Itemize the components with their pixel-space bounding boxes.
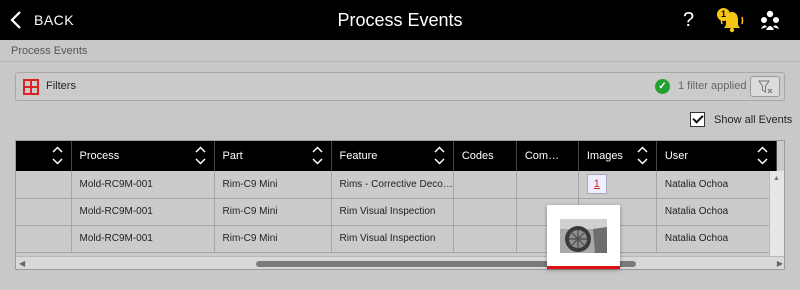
column-header-feature[interactable]: Feature: [331, 141, 454, 171]
table-cell: Rim-C9 Mini: [214, 225, 332, 253]
sort-arrows-icon[interactable]: [311, 145, 323, 167]
table-row[interactable]: Mold-RC9M-001 Rim-C9 Mini Rim Visual Ins…: [16, 198, 777, 226]
table-cell: Rim-C9 Mini: [214, 171, 332, 199]
table-cell: [16, 171, 72, 199]
check-circle-icon: ✓: [655, 79, 670, 94]
sort-arrows-icon[interactable]: [637, 145, 648, 167]
scroll-right-icon[interactable]: ▶: [777, 259, 783, 268]
filters-applied-text: 1 filter applied: [678, 80, 747, 92]
table-cell: [453, 198, 517, 226]
table-cell: [453, 225, 517, 253]
table-cell: Natalia Ochoa: [656, 225, 777, 253]
table-cell: Mold-RC9M-001: [71, 225, 215, 253]
column-header-part[interactable]: Part: [214, 141, 332, 171]
table-cell: [453, 171, 517, 199]
table-cell: Mold-RC9M-001: [71, 198, 215, 226]
table-cell: Rim Visual Inspection: [331, 225, 454, 253]
table-cell: Rim-C9 Mini: [214, 198, 332, 226]
top-bar: BACK Process Events ? 1: [0, 0, 800, 40]
events-table: Process Part Feature Codes Com… Images U…: [15, 140, 785, 270]
breadcrumb: Process Events: [0, 40, 800, 62]
column-header-images[interactable]: Images: [578, 141, 657, 171]
column-header-process[interactable]: Process: [71, 141, 215, 171]
table-row[interactable]: Mold-RC9M-001 Rim-C9 Mini Rim Visual Ins…: [16, 225, 777, 253]
filters-bar: Filters ✓ 1 filter applied: [15, 72, 785, 101]
table-row[interactable]: Mold-RC9M-001 Rim-C9 Mini Rims - Correct…: [16, 171, 777, 199]
column-header-comments[interactable]: Com…: [516, 141, 579, 171]
notifications-button[interactable]: 1: [717, 8, 745, 34]
column-header-select[interactable]: [16, 141, 72, 171]
table-cell: [16, 225, 72, 253]
users-button[interactable]: [759, 9, 781, 31]
table-cell: [16, 198, 72, 226]
clear-filter-button[interactable]: [750, 76, 780, 97]
table-cell: Natalia Ochoa: [656, 198, 777, 226]
vertical-scrollbar[interactable]: ▲: [769, 171, 784, 256]
users-icon: [761, 10, 779, 30]
page-title: Process Events: [337, 10, 463, 30]
images-count-link[interactable]: 1: [586, 174, 607, 195]
back-label: BACK: [34, 12, 75, 28]
image-preview-popup: [547, 205, 620, 269]
table-cell: Rim Visual Inspection: [331, 198, 454, 226]
checkbox-icon[interactable]: [690, 112, 705, 127]
sort-arrows-icon[interactable]: [434, 145, 445, 167]
back-button[interactable]: BACK: [10, 0, 74, 40]
notification-badge: 1: [717, 8, 730, 21]
image-thumbnail[interactable]: [560, 219, 607, 253]
filters-toggle[interactable]: Filters: [46, 73, 76, 100]
show-all-events-toggle[interactable]: Show all Events: [690, 112, 792, 127]
scroll-up-icon[interactable]: ▲: [773, 175, 780, 182]
scroll-left-icon[interactable]: ◀: [19, 259, 25, 268]
table-cell: [516, 171, 579, 199]
horizontal-scrollbar[interactable]: ◀ ▶: [16, 256, 784, 269]
table-header-row: Process Part Feature Codes Com… Images U…: [16, 141, 777, 171]
column-header-user[interactable]: User: [656, 141, 777, 171]
sort-arrows-icon[interactable]: [194, 145, 206, 167]
back-chevron-icon: [10, 11, 21, 29]
table-cell: Natalia Ochoa: [656, 171, 777, 199]
table-cell: Mold-RC9M-001: [71, 171, 215, 199]
filter-plus-icon[interactable]: [23, 79, 39, 95]
sort-arrows-icon[interactable]: [757, 145, 768, 167]
rim-photo-icon: [560, 219, 607, 253]
table-cell: Rims - Corrective Deco…: [331, 171, 454, 199]
table-cell-images: 1: [578, 171, 657, 199]
column-header-codes[interactable]: Codes: [453, 141, 517, 171]
clear-filter-icon: [758, 80, 773, 94]
help-icon[interactable]: ?: [683, 9, 694, 31]
sort-arrows-icon[interactable]: [51, 145, 63, 167]
show-all-events-label: Show all Events: [714, 113, 793, 126]
